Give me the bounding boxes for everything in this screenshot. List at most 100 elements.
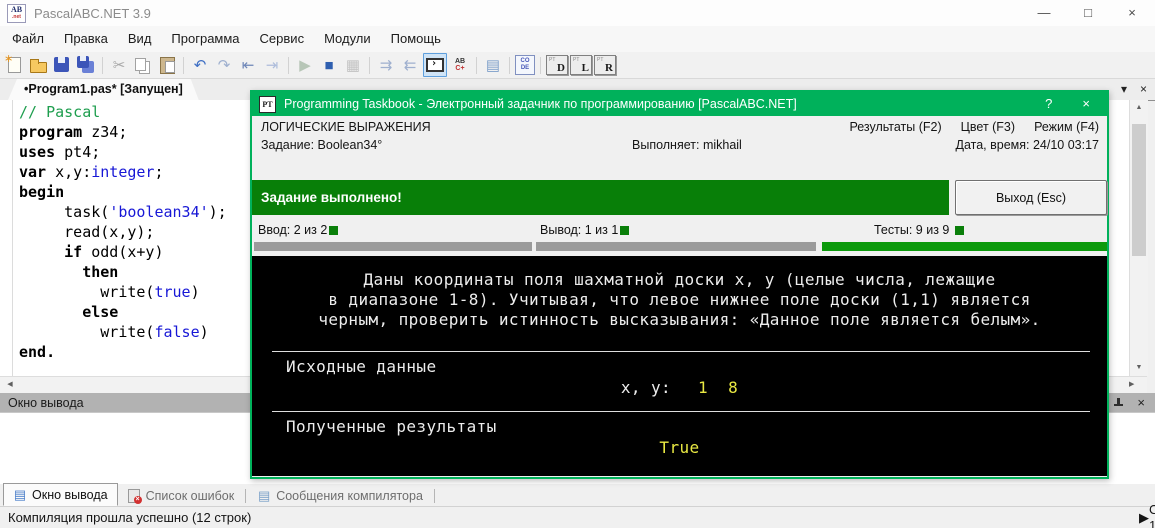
menu-item-1[interactable]: Файл — [2, 26, 54, 52]
tab-divider — [245, 489, 247, 503]
code-line-8: if odd(x+y) — [64, 243, 164, 261]
code-area[interactable]: // Pascal program z34; uses pt4; var x,y:in… — [19, 102, 227, 362]
menu-item-3[interactable]: Вид — [118, 26, 162, 52]
paste-icon[interactable] — [156, 54, 178, 76]
new-file-icon[interactable] — [3, 52, 25, 76]
code-line-10: write(true) — [19, 283, 200, 301]
pt-load-icon[interactable]: L — [570, 55, 592, 75]
app-icon: AB .net — [7, 3, 26, 23]
run-icon[interactable]: ▶ — [294, 54, 316, 76]
exit-button[interactable]: Выход (Esc) — [955, 180, 1107, 215]
taskbook-title-bar[interactable]: PT Programming Taskbook - Электронный за… — [252, 92, 1107, 116]
menu-item-7[interactable]: Помощь — [381, 26, 451, 52]
menu-item-6[interactable]: Модули — [314, 26, 381, 52]
taskbook-help-icon[interactable]: ? — [1045, 92, 1052, 116]
save-all-icon[interactable] — [75, 54, 97, 76]
outline-icon[interactable]: ▤ — [482, 54, 504, 76]
scroll-right-icon[interactable] — [1129, 377, 1145, 393]
output-header: Полученные результаты — [286, 417, 497, 436]
prev-statement-icon[interactable]: ⇇ — [399, 54, 421, 76]
code-line-4: var x,y:integer; — [19, 163, 164, 181]
output-value: True — [659, 438, 700, 457]
goto-next-icon[interactable]: ⇥ — [261, 54, 283, 76]
taskbook-close-icon[interactable]: × — [1082, 92, 1090, 116]
close-icon[interactable]: × — [1123, 0, 1141, 26]
code-line-1: // Pascal — [19, 103, 101, 121]
vertical-scroll-thumb[interactable] — [1132, 124, 1146, 256]
counter-2: Вывод: 1 из 1 — [536, 218, 816, 251]
compile-grid-icon[interactable]: ▦ — [342, 54, 364, 76]
save-icon[interactable] — [51, 54, 73, 76]
datetime-label: Дата, время: 24/10 03:17 — [955, 138, 1099, 152]
close-file-icon[interactable]: × — [1140, 81, 1147, 97]
next-statement-icon[interactable]: ⇉ — [375, 54, 397, 76]
tab-label: Список ошибок — [145, 488, 235, 503]
pin-icon[interactable] — [1114, 397, 1124, 408]
undo-icon[interactable]: ↶ — [189, 54, 211, 76]
editor-vertical-scrollbar[interactable] — [1129, 100, 1148, 376]
console-icon[interactable] — [423, 53, 447, 77]
menu-item-5[interactable]: Сервис — [250, 26, 315, 52]
pt-result-icon[interactable]: R — [594, 55, 616, 75]
taskbook-window: PT Programming Taskbook - Электронный за… — [250, 90, 1109, 479]
icon-text: CO — [520, 58, 530, 64]
code-line-6: task('boolean34'); — [19, 203, 227, 221]
abc-module-icon[interactable]: AB C+ — [449, 54, 471, 76]
task-label: Задание: Boolean34° — [261, 138, 383, 152]
status-square-icon — [955, 226, 965, 235]
icon-letter: L — [581, 62, 589, 74]
code-line-7: read(x,y); — [19, 223, 155, 241]
toolbar-separator — [369, 56, 370, 74]
scroll-left-icon[interactable] — [2, 377, 18, 393]
scroll-up-icon[interactable] — [1130, 100, 1148, 116]
stop-icon[interactable]: ■ — [318, 54, 340, 76]
status-bar: Компиляция прошла успешно (12 строк) Стр… — [0, 502, 1155, 528]
status-banner: Задание выполнено! — [252, 180, 949, 215]
tab-list-icon[interactable]: ▾ — [1121, 81, 1127, 97]
bottom-tabs: Окно вывода Список ошибок Сообщения компил… — [0, 483, 1155, 506]
console-divider — [272, 351, 1090, 352]
tab-3[interactable]: Сообщения компилятора — [248, 485, 432, 506]
code-line-2: program z34; — [19, 123, 128, 141]
input-header: Исходные данные — [286, 357, 437, 376]
compiler-messages-icon — [257, 489, 271, 503]
toolbar-separator — [288, 56, 289, 74]
taskbook-link-3[interactable]: Режим (F4) — [1034, 120, 1099, 134]
app-icon-subtext: .net — [12, 14, 21, 20]
counter-label: Тесты: 9 из 9 — [874, 223, 950, 237]
file-tab[interactable]: •Program1.pas* [Запущен] — [8, 79, 199, 100]
close-panel-icon[interactable] — [1137, 396, 1145, 410]
output-panel-title: Окно вывода — [8, 395, 84, 410]
toolbar-separator — [540, 56, 541, 74]
cut-icon[interactable]: ✂ — [108, 54, 130, 76]
console-divider — [272, 411, 1090, 412]
redo-icon[interactable]: ↷ — [213, 54, 235, 76]
tab-2[interactable]: Список ошибок — [118, 485, 244, 506]
open-file-icon[interactable] — [27, 54, 49, 76]
file-tab-label: •Program1.pas* [Запущен] — [24, 82, 183, 96]
progress-bar — [822, 242, 1107, 251]
copy-icon[interactable] — [132, 54, 154, 76]
taskbook-console: Даны координаты поля шахматной доски x, … — [252, 256, 1107, 476]
output-panel-controls — [1114, 396, 1145, 410]
status-square-icon — [620, 226, 630, 235]
taskbook-link-1[interactable]: Результаты (F2) — [849, 120, 941, 134]
minimize-icon[interactable]: — — [1035, 0, 1053, 26]
tab-label: Окно вывода — [32, 487, 108, 502]
goto-prev-icon[interactable]: ⇤ — [237, 54, 259, 76]
icon-text: DE — [520, 65, 530, 71]
code-line-11: else — [82, 303, 119, 321]
menu-item-4[interactable]: Программа — [161, 26, 249, 52]
executor-label: Выполняет: mikhail — [632, 138, 742, 152]
task-text: Даны координаты поля шахматной доски x, … — [252, 270, 1107, 330]
icon-letter: R — [605, 62, 613, 74]
menu-item-2[interactable]: Правка — [54, 26, 118, 52]
task-text-line: Даны координаты поля шахматной доски x, … — [363, 270, 996, 289]
tab-1[interactable]: Окно вывода — [3, 483, 118, 506]
maximize-icon[interactable]: □ — [1079, 0, 1097, 26]
scroll-down-icon[interactable] — [1130, 360, 1148, 376]
code-templates-icon[interactable]: CO DE — [515, 55, 535, 75]
taskbook-link-2[interactable]: Цвет (F3) — [961, 120, 1015, 134]
icon-letter: D — [557, 62, 565, 74]
pt-demo-icon[interactable]: D — [546, 55, 568, 75]
